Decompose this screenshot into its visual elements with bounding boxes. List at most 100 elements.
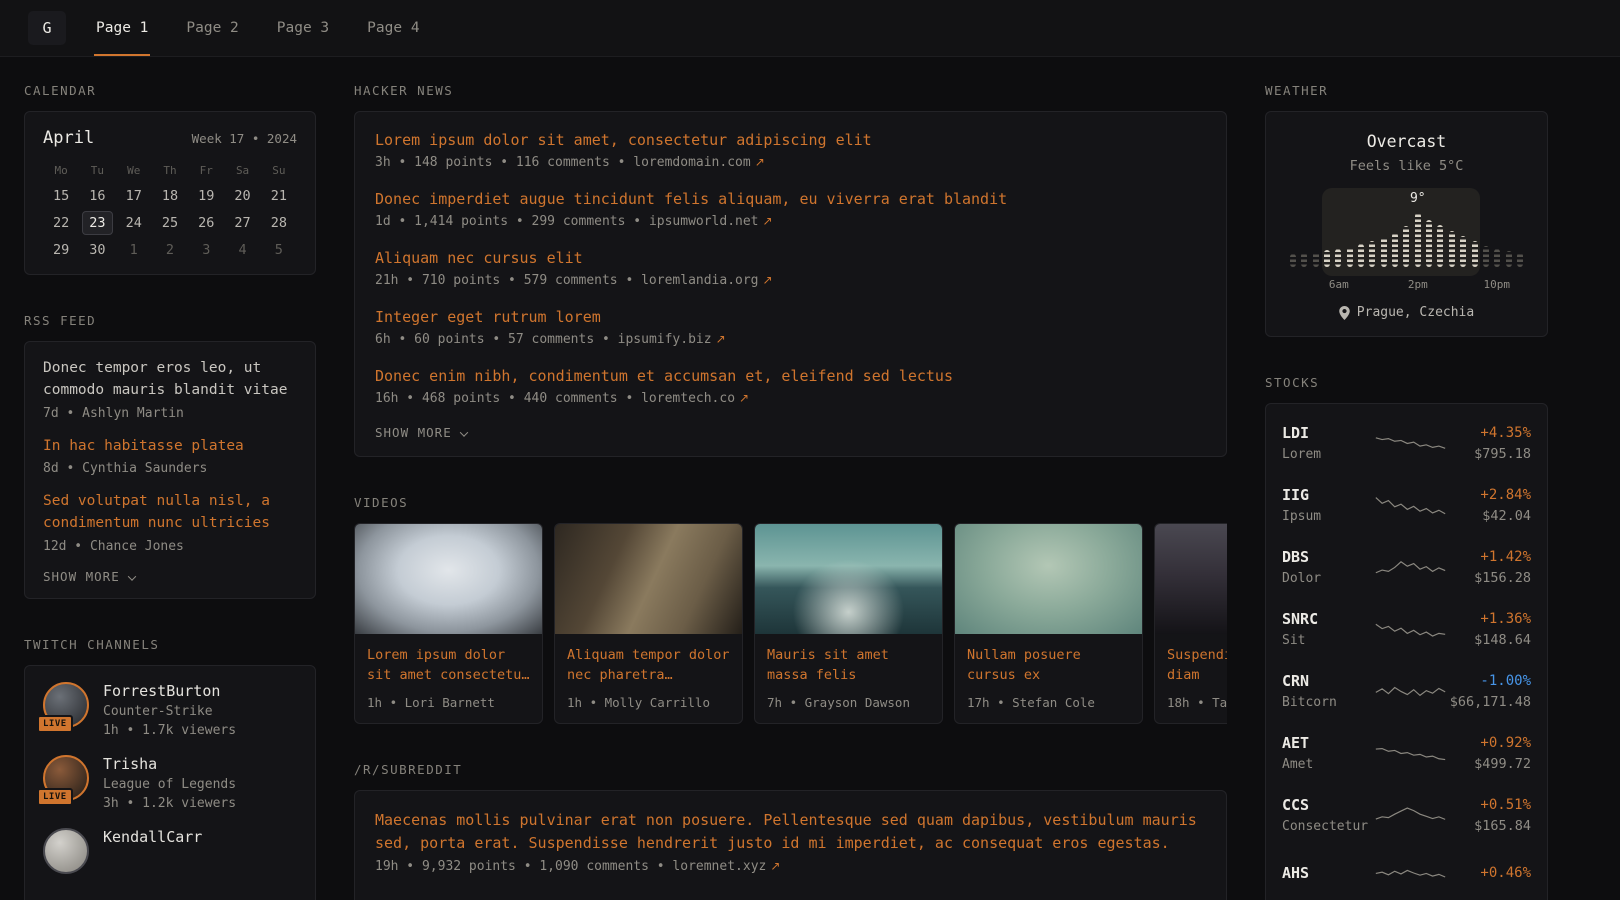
stock-symbol: DBS — [1282, 548, 1374, 566]
stock-values: +1.36%$148.64 — [1447, 611, 1531, 648]
stock-identity: DBSDolor — [1282, 548, 1374, 586]
stock-row[interactable]: DBSDolor+1.42%$156.28 — [1282, 536, 1531, 598]
video-card-body: Aliquam tempor dolor nec pharetra… 1h • M… — [555, 634, 742, 723]
stock-row[interactable]: AETAmet+0.92%$499.72 — [1282, 722, 1531, 784]
hackernews-domain-link[interactable]: loremtech.co — [641, 391, 735, 406]
hackernews-show-more-button[interactable]: SHOW MORE — [375, 425, 1206, 440]
calendar-day-header: Su — [261, 164, 297, 177]
stock-row[interactable]: LDILorem+4.35%$795.18 — [1282, 412, 1531, 474]
hackernews-domain-link[interactable]: ipsumworld.net — [649, 214, 759, 229]
external-link-icon: ↗ — [755, 155, 765, 169]
video-title: Aliquam tempor dolor nec pharetra… — [567, 645, 730, 686]
stock-identity: LDILorem — [1282, 424, 1374, 462]
channel-game: Counter-Strike — [103, 704, 236, 719]
hackernews-meta: 6h • 60 points • 57 comments • ipsumify.… — [375, 332, 1206, 347]
weather-bar — [1369, 241, 1375, 267]
location-pin-icon — [1339, 306, 1350, 320]
stock-row[interactable]: AHS+0.46% — [1282, 846, 1531, 900]
section-title-calendar: CALENDAR — [24, 83, 316, 98]
rss-item[interactable]: Donec tempor eros leo, ut commodo mauris… — [43, 358, 297, 421]
weather-card: Overcast Feels like 5°C 9° 6am2pm10pm Pr… — [1265, 111, 1548, 337]
sparkline-chart — [1374, 858, 1447, 888]
video-card[interactable]: Suspendisse diam18h • Tara — [1154, 523, 1227, 724]
stock-change: -1.00% — [1447, 673, 1531, 689]
stock-row[interactable]: IIGIpsum+2.84%$42.04 — [1282, 474, 1531, 536]
weather-condition: Overcast — [1284, 132, 1529, 151]
subreddit-item[interactable]: Maecenas mollis pulvinar erat non posuer… — [375, 809, 1206, 875]
calendar-day: 25 — [152, 215, 188, 231]
calendar-day: 1 — [116, 242, 152, 258]
stock-symbol: CRN — [1282, 672, 1374, 690]
weather-location: Prague, Czechia — [1284, 305, 1529, 320]
hackernews-domain-link[interactable]: loremlandia.org — [641, 273, 758, 288]
section-title-videos: VIDEOS — [354, 495, 1227, 510]
stock-change: +2.84% — [1447, 487, 1531, 503]
hackernews-item[interactable]: Donec imperdiet augue tincidunt felis al… — [375, 189, 1206, 229]
stock-identity: SNRCSit — [1282, 610, 1374, 648]
weather-bar — [1494, 249, 1500, 267]
twitch-channel[interactable]: LIVETrishaLeague of Legends3h • 1.2k vie… — [43, 755, 297, 811]
hackernews-item[interactable]: Aliquam nec cursus elit21h • 710 points … — [375, 248, 1206, 288]
weather-feels-like: Feels like 5°C — [1284, 158, 1529, 174]
calendar-day: 20 — [224, 188, 260, 204]
section-title-subreddit: /R/SUBREDDIT — [354, 762, 1227, 777]
calendar-grid: MoTuWeThFrSaSu15161718192021222324252627… — [43, 164, 297, 258]
video-title: Mauris sit amet massa felis — [767, 645, 930, 686]
tab-page-1[interactable]: Page 1 — [94, 0, 150, 56]
subreddit-card: Maecenas mollis pulvinar erat non posuer… — [354, 790, 1227, 900]
tab-page-4[interactable]: Page 4 — [365, 0, 421, 56]
stock-row[interactable]: CRNBitcorn-1.00%$66,171.48 — [1282, 660, 1531, 722]
hackernews-meta-text: 16h • 468 points • 440 comments • — [375, 391, 641, 406]
weather-bar — [1324, 250, 1330, 267]
hackernews-domain-link[interactable]: ipsumify.biz — [618, 332, 712, 347]
video-thumbnail — [355, 524, 542, 634]
rss-item[interactable]: Sed volutpat nulla nisl, a condimentum n… — [43, 491, 297, 554]
hackernews-item[interactable]: Lorem ipsum dolor sit amet, consectetur … — [375, 130, 1206, 170]
calendar-day: 28 — [261, 215, 297, 231]
video-thumbnail — [1155, 524, 1227, 634]
video-meta: 1h • Lori Barnett — [367, 695, 530, 710]
weather-bar — [1483, 246, 1489, 267]
rss-item-title: Sed volutpat nulla nisl, a condimentum n… — [43, 491, 297, 535]
video-thumbnail — [555, 524, 742, 634]
rss-item-meta: 7d • Ashlyn Martin — [43, 406, 297, 421]
calendar-day: 24 — [116, 215, 152, 231]
video-card[interactable]: Mauris sit amet massa felis7h • Grayson … — [754, 523, 943, 724]
logo[interactable]: G — [28, 11, 66, 45]
subreddit-domain-link[interactable]: loremnet.xyz — [672, 859, 766, 874]
hackernews-title: Aliquam nec cursus elit — [375, 248, 1206, 269]
stock-price: $148.64 — [1447, 632, 1531, 648]
rss-show-more-button[interactable]: SHOW MORE — [43, 569, 297, 584]
hackernews-domain-link[interactable]: loremdomain.com — [633, 155, 750, 170]
twitch-channel[interactable]: LIVEForrestBurtonCounter-Strike1h • 1.7k… — [43, 682, 297, 738]
twitch-avatar: LIVE — [43, 682, 89, 728]
video-meta: 1h • Molly Carrillo — [567, 695, 730, 710]
stock-sparkline — [1374, 552, 1447, 582]
rss-item-meta: 12d • Chance Jones — [43, 539, 297, 554]
calendar-day: 30 — [79, 242, 115, 258]
tab-page-3[interactable]: Page 3 — [275, 0, 331, 56]
tab-page-2[interactable]: Page 2 — [184, 0, 240, 56]
calendar-day: 5 — [261, 242, 297, 258]
calendar-day-header: Th — [152, 164, 188, 177]
calendar-day: 27 — [224, 215, 260, 231]
calendar-day-header: We — [116, 164, 152, 177]
rss-item[interactable]: In hac habitasse platea8d • Cynthia Saun… — [43, 436, 297, 477]
stock-identity: AHS — [1282, 864, 1374, 882]
hackernews-item[interactable]: Donec enim nibh, condimentum et accumsan… — [375, 366, 1206, 406]
video-card[interactable]: Aliquam tempor dolor nec pharetra… 1h • M… — [554, 523, 743, 724]
right-column: WEATHER Overcast Feels like 5°C 9° 6am2p… — [1265, 83, 1548, 900]
stock-row[interactable]: CCSConsectetur+0.51%$165.84 — [1282, 784, 1531, 846]
hackernews-item[interactable]: Integer eget rutrum lorem6h • 60 points … — [375, 307, 1206, 347]
stock-row[interactable]: SNRCSit +1.36%$148.64 — [1282, 598, 1531, 660]
video-card[interactable]: Nullam posuere cursus ex17h • Stefan Col… — [954, 523, 1143, 724]
video-card[interactable]: Lorem ipsum dolor sit amet consectetu…1h… — [354, 523, 543, 724]
stock-identity: AETAmet — [1282, 734, 1374, 772]
sparkline-chart — [1374, 614, 1447, 644]
calendar-day: 4 — [224, 242, 260, 258]
dashboard: G Page 1Page 2Page 3Page 4 CALENDAR Apri… — [0, 0, 1620, 900]
section-title-weather: WEATHER — [1265, 83, 1548, 98]
twitch-channel[interactable]: KendallCarr — [43, 828, 297, 874]
hn-show-more-label: SHOW MORE — [375, 425, 452, 440]
calendar-day: 26 — [188, 215, 224, 231]
